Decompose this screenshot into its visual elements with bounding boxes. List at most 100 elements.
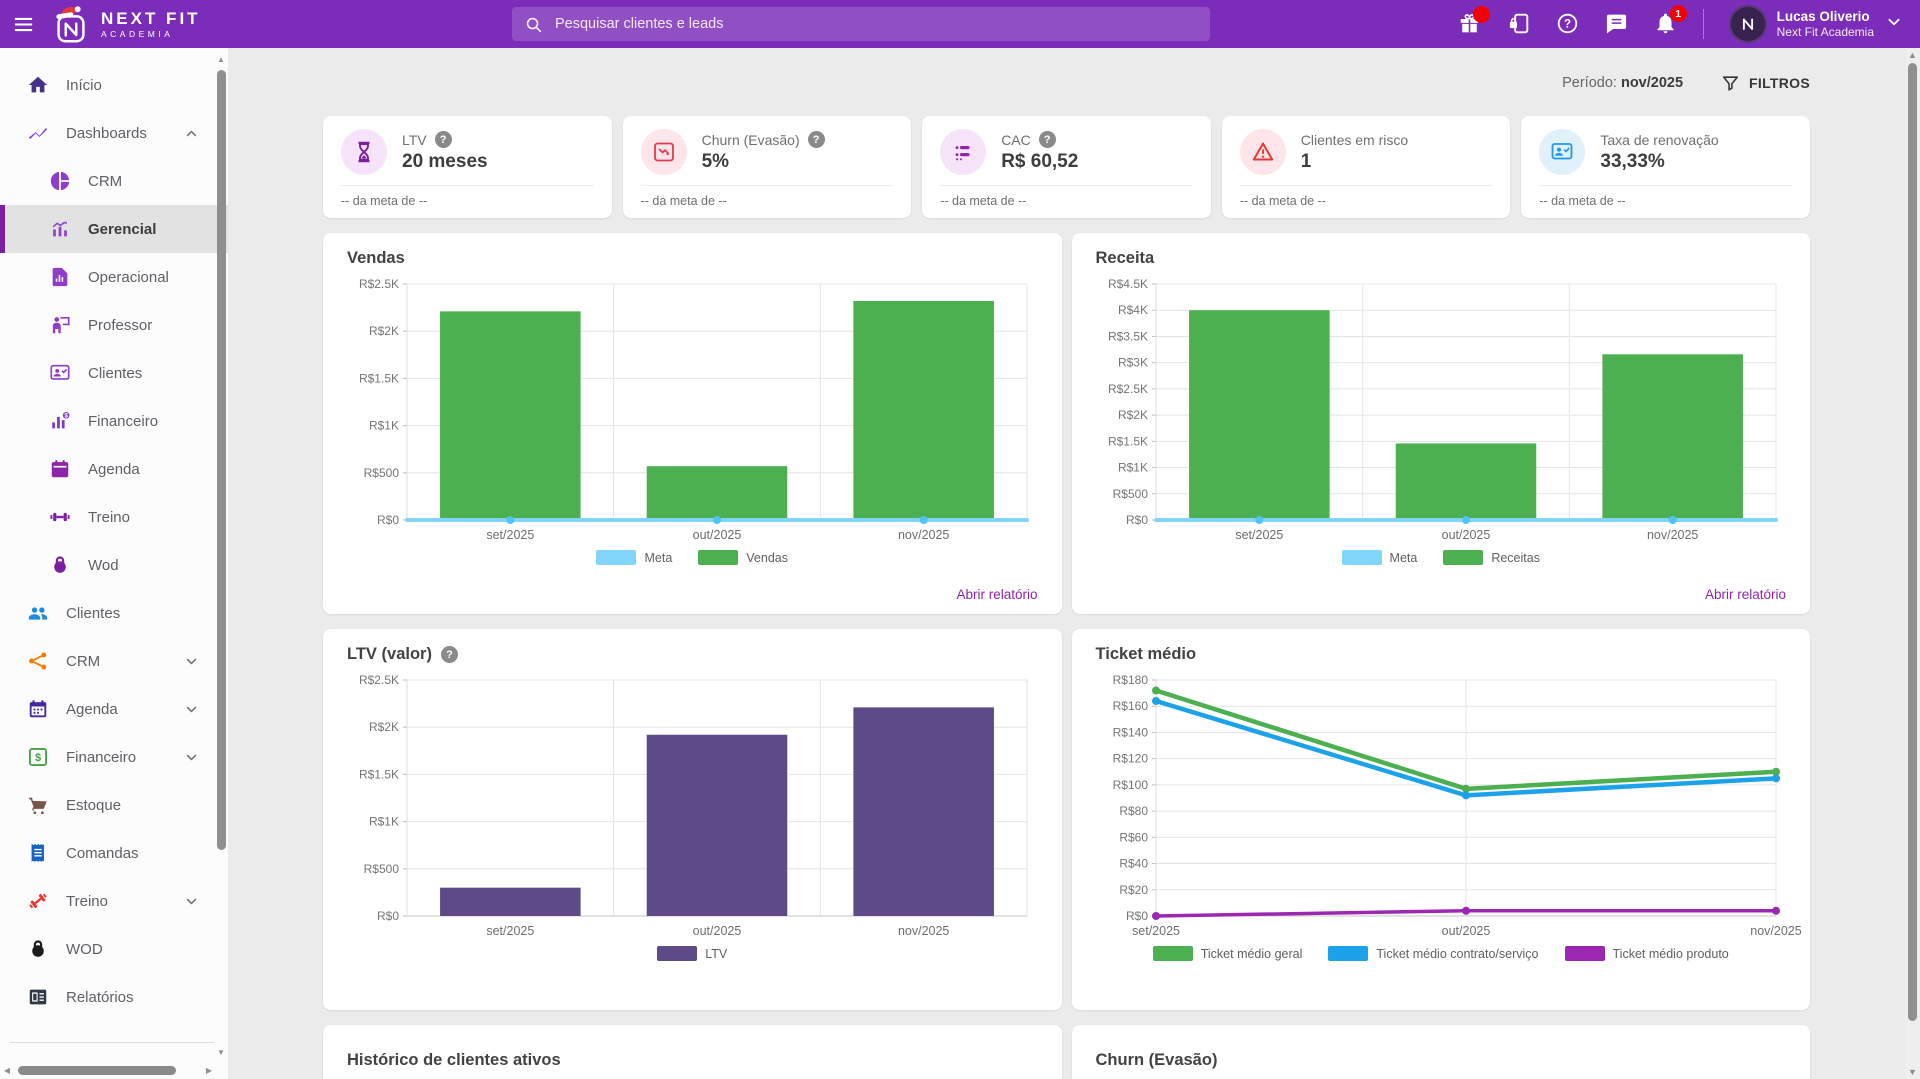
user-name: Lucas Oliverio — [1776, 9, 1870, 24]
sidebar-item-operacional[interactable]: Operacional — [0, 253, 228, 301]
chat-icon[interactable] — [1605, 12, 1629, 36]
svg-text:R$20: R$20 — [1119, 883, 1148, 897]
legend-label: Vendas — [746, 550, 788, 565]
search-input[interactable] — [555, 16, 1198, 32]
page-scroll-down-icon[interactable]: ▼ — [1905, 1065, 1920, 1079]
open-report-link[interactable]: Abrir relatório — [956, 587, 1037, 602]
dumbbell-rot-icon — [27, 890, 49, 912]
sidebar-hscroll-thumb[interactable] — [18, 1065, 176, 1075]
svg-text:R$500: R$500 — [364, 862, 400, 876]
sidebar-item-wod[interactable]: WOD — [0, 925, 228, 973]
header-divider — [1702, 9, 1704, 39]
svg-text:set/2025: set/2025 — [1132, 924, 1180, 938]
gift-icon[interactable] — [1458, 6, 1490, 36]
sidebar-item-clientes[interactable]: Clientes — [0, 589, 228, 637]
sidebar-item-treino[interactable]: Treino — [0, 493, 228, 541]
page-scroll-up-icon[interactable]: ▲ — [1905, 48, 1920, 62]
sidebar-item-estoque[interactable]: Estoque — [0, 781, 228, 829]
sidebar-item-label: Agenda — [66, 700, 118, 718]
svg-text:R$140: R$140 — [1112, 725, 1148, 739]
help-icon[interactable]: ? — [1038, 131, 1056, 148]
gift-notification-dot — [1472, 6, 1490, 23]
chart-title: Histórico de clientes ativos — [347, 1051, 561, 1069]
sidebar-item-label: Treino — [88, 508, 130, 526]
kpi-meta-footer: -- da meta de -- — [940, 185, 1193, 208]
sidebar-item-comandas[interactable]: Comandas — [0, 829, 228, 877]
person-screen-icon — [1539, 129, 1586, 175]
chart-card-ticket: Ticket médio R$0 R$20 R$40 R$60 R$80 R$100 R$12… — [1071, 629, 1810, 1010]
user-org: Next Fit Academia — [1776, 25, 1874, 39]
sidebar-item-label: CRM — [66, 652, 101, 670]
kpi-meta-footer: -- da meta de -- — [1539, 185, 1792, 208]
scroll-up-icon[interactable]: ▲ — [215, 54, 227, 66]
svg-text:R$4.5K: R$4.5K — [1107, 277, 1147, 291]
svg-text:R$1.5K: R$1.5K — [359, 767, 399, 781]
dollar-square-icon: $ — [27, 746, 49, 768]
kpi-title: Clientes em risco — [1300, 131, 1409, 148]
device-access-icon[interactable] — [1507, 12, 1531, 36]
legend-label: Ticket médio geral — [1200, 946, 1303, 961]
warning-icon — [1239, 129, 1286, 175]
svg-text:R$500: R$500 — [1112, 487, 1148, 501]
avatar — [1728, 5, 1767, 43]
sidebar-divider — [10, 1042, 214, 1043]
sidebar-item-financeiro[interactable]: $ Financeiro — [0, 733, 228, 781]
menu-icon[interactable] — [0, 0, 46, 48]
chevron-down-icon[interactable] — [183, 893, 200, 910]
kpi-card-cac: CAC? R$ 60,52 -- da meta de -- — [922, 116, 1211, 218]
chevron-down-icon[interactable] — [183, 749, 200, 766]
sidebar-item-financeiro[interactable]: $ Financeiro — [0, 397, 228, 445]
svg-text:out/2025: out/2025 — [693, 528, 742, 542]
chevron-down-icon[interactable] — [183, 701, 200, 718]
open-report-link[interactable]: Abrir relatório — [1705, 587, 1786, 602]
sidebar-item-crm[interactable]: CRM — [0, 157, 228, 205]
cart-icon — [27, 794, 49, 816]
svg-text:R$2.5K: R$2.5K — [359, 277, 399, 291]
chevron-up-icon[interactable] — [183, 125, 200, 142]
scroll-left-icon[interactable]: ◀ — [0, 1066, 14, 1075]
sidebar-item-relatorios[interactable]: Relatórios — [0, 973, 228, 1021]
sidebar-hscrollbar[interactable]: ◀ ▶ — [0, 1063, 216, 1077]
svg-text:out/2025: out/2025 — [693, 924, 742, 938]
sidebar-item-clientes[interactable]: Clientes — [0, 349, 228, 397]
sidebar-item-treino[interactable]: Treino — [0, 877, 228, 925]
sidebar-item-inicio[interactable]: Início — [0, 61, 228, 109]
app-logo[interactable]: NEXT FIT ACADEMIA — [50, 2, 201, 46]
kpi-title: Taxa de renovação — [1600, 131, 1719, 148]
period-value: nov/2025 — [1620, 75, 1684, 91]
sidebar-scrollbar[interactable]: ▲ ▼ — [215, 54, 227, 1059]
legend-swatch — [1328, 946, 1369, 961]
chart-legend: Meta Receitas — [1096, 550, 1787, 565]
bell-icon[interactable]: 1 — [1654, 5, 1687, 36]
svg-text:R$3.5K: R$3.5K — [1107, 329, 1147, 343]
scroll-right-icon[interactable]: ▶ — [202, 1066, 216, 1075]
page-scrollbar[interactable]: ▲ ▼ — [1905, 48, 1920, 1079]
scroll-down-icon[interactable]: ▼ — [215, 1047, 227, 1059]
filters-button[interactable]: FILTROS — [1721, 74, 1810, 93]
sidebar-item-gerencial[interactable]: Gerencial — [0, 205, 228, 253]
sidebar-scroll-thumb[interactable] — [216, 70, 226, 850]
chart-card-receita: Receita R$0 R$500 R$1K R$1.5K R$2K R$2.5K R$3K R… — [1071, 233, 1810, 614]
svg-text:R$1.5K: R$1.5K — [359, 371, 399, 385]
svg-text:R$2.5K: R$2.5K — [359, 673, 399, 687]
legend-item: LTV — [657, 946, 727, 961]
help-icon[interactable]: ? — [1556, 12, 1580, 36]
sidebar-item-agenda[interactable]: Agenda — [0, 445, 228, 493]
sidebar-item-wod[interactable]: Wod — [0, 541, 228, 589]
share-icon — [27, 650, 49, 672]
legend-item: Meta — [596, 550, 672, 565]
receita-chart: R$0 R$500 R$1K R$1.5K R$2K R$2.5K R$3K R$3.5K R$… — [1096, 274, 1787, 546]
help-icon[interactable]: ? — [440, 646, 458, 663]
sidebar-item-agenda[interactable]: Agenda — [0, 685, 228, 733]
help-icon[interactable]: ? — [807, 131, 825, 148]
chevron-down-icon[interactable] — [1884, 12, 1904, 37]
help-icon[interactable]: ? — [434, 131, 452, 148]
svg-text:nov/2025: nov/2025 — [1646, 528, 1697, 542]
sidebar-item-label: Professor — [88, 316, 153, 334]
sidebar-item-crm[interactable]: CRM — [0, 637, 228, 685]
sidebar-item-professor[interactable]: Professor — [0, 301, 228, 349]
chevron-down-icon[interactable] — [183, 653, 200, 670]
page-scroll-thumb[interactable] — [1908, 63, 1917, 1021]
user-menu[interactable]: Lucas Oliverio Next Fit Academia — [1728, 5, 1904, 43]
sidebar-item-dashboards[interactable]: Dashboards — [0, 109, 228, 157]
